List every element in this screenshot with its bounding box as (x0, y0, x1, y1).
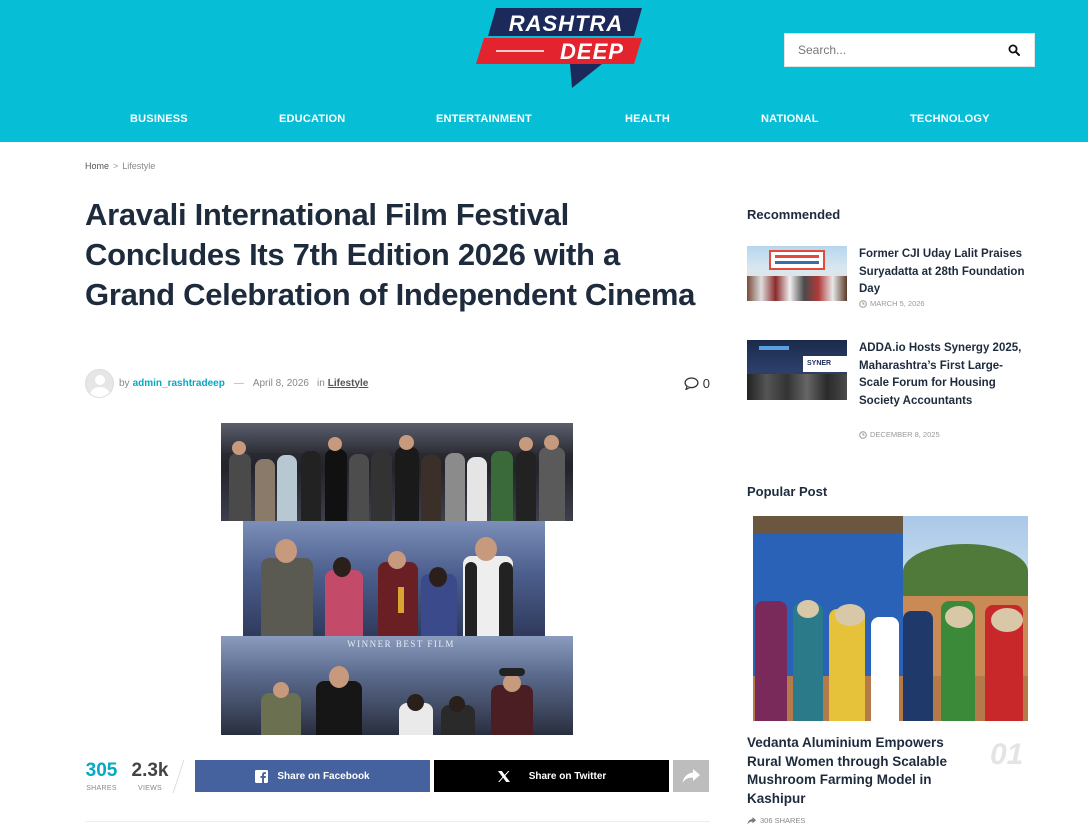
clock-icon (859, 430, 867, 439)
recommended-date: MARCH 5, 2026 (859, 299, 925, 308)
recommended-thumbnail[interactable] (747, 246, 847, 301)
share-count-label: SHARES (86, 785, 117, 792)
share-icon (747, 816, 756, 824)
nav-technology[interactable]: TECHNOLOGY (910, 113, 990, 125)
photo-panel-top (221, 423, 573, 521)
share-divider (172, 760, 185, 793)
photo-panel-bottom: WINNER BEST FILM (221, 636, 573, 735)
popular-post-title[interactable]: Vedanta Aluminium Empowers Rural Women t… (747, 734, 979, 808)
article-divider (85, 821, 710, 822)
share-arrow-icon (682, 769, 700, 783)
breadcrumb-lifestyle[interactable]: Lifestyle (122, 161, 155, 171)
recommended-title[interactable]: ADDA.io Hosts Synergy 2025, Maharashtra’… (859, 340, 1031, 410)
breadcrumb-separator: > (113, 161, 119, 171)
nav-business[interactable]: BUSINESS (130, 113, 188, 125)
site-logo[interactable]: RASHTRA DEEP (474, 4, 646, 92)
nav-education[interactable]: EDUCATION (279, 113, 345, 125)
article-date: April 8, 2026 (252, 377, 309, 389)
breadcrumb: Home > Lifestyle (85, 161, 155, 171)
meta-dash: — (233, 377, 244, 389)
share-twitter-button[interactable]: Share on Twitter (434, 760, 669, 792)
view-count-label: VIEWS (137, 785, 163, 792)
article-featured-image[interactable]: WINNER BEST FILM (221, 423, 573, 735)
recommended-title[interactable]: Former CJI Uday Lalit Praises Suryadatta… (859, 246, 1031, 299)
recommended-date-text: MARCH 5, 2026 (870, 299, 925, 308)
share-count-value: 305 (85, 760, 118, 781)
logo-text-top: RASHTRA (509, 11, 624, 36)
share-more-button[interactable] (673, 760, 709, 792)
article-meta: by admin_rashtradeep — April 8, 2026 in … (85, 368, 710, 398)
site-header: RASHTRA DEEP BUSINESS EDUCATION ENTERTAI… (0, 0, 1088, 142)
facebook-icon (255, 769, 269, 783)
author-avatar[interactable] (85, 368, 114, 398)
view-count-value: 2.3k (131, 760, 169, 781)
comments-count: 0 (702, 375, 710, 391)
x-twitter-icon (497, 770, 510, 782)
in-label: in (316, 377, 325, 389)
category-link[interactable]: Lifestyle (328, 378, 369, 389)
popular-post-rank: 01 (990, 738, 1024, 771)
popular-post-image[interactable] (753, 516, 1028, 721)
recommended-date: DECEMBER 8, 2025 (859, 430, 940, 439)
popular-post-shares-text: 306 SHARES (760, 816, 806, 825)
recommended-item[interactable]: SYNER ADDA.io Hosts Synergy 2025, Mahara… (747, 340, 1047, 440)
view-count: 2.3k VIEWS (130, 760, 170, 792)
popular-heading: Popular Post (747, 484, 828, 499)
breadcrumb-home[interactable]: Home (85, 161, 109, 171)
popular-post-shares: 306 SHARES (747, 816, 805, 825)
search-input[interactable] (785, 34, 994, 66)
logo-text-bottom: DEEP (560, 39, 624, 64)
recommended-thumbnail[interactable]: SYNER (747, 340, 847, 400)
main-nav: BUSINESS EDUCATION ENTERTAINMENT HEALTH … (0, 100, 1088, 140)
share-count: 305 SHARES (85, 760, 118, 792)
share-bar: 305 SHARES 2.3k VIEWS Share on Facebook … (85, 760, 710, 793)
comment-icon (684, 376, 699, 390)
clock-icon (859, 299, 867, 308)
photo-caption: WINNER BEST FILM (347, 639, 455, 649)
search-icon (1008, 44, 1020, 56)
recommended-date-text: DECEMBER 8, 2025 (870, 430, 940, 439)
search-box (784, 33, 1035, 67)
search-button[interactable] (994, 34, 1034, 66)
share-facebook-button[interactable]: Share on Facebook (195, 760, 430, 792)
recommended-heading: Recommended (747, 207, 841, 222)
photo-panel-middle (243, 521, 545, 636)
nav-health[interactable]: HEALTH (625, 113, 670, 125)
recommended-item[interactable]: Former CJI Uday Lalit Praises Suryadatta… (747, 246, 1047, 316)
share-facebook-label: Share on Facebook (277, 770, 370, 782)
nav-national[interactable]: NATIONAL (761, 113, 819, 125)
share-twitter-label: Share on Twitter (528, 770, 607, 782)
article-title: Aravali International Film Festival Conc… (85, 197, 696, 312)
nav-entertainment[interactable]: ENTERTAINMENT (436, 113, 532, 125)
author-link[interactable]: admin_rashtradeep (133, 378, 225, 389)
comments-link[interactable]: 0 (684, 376, 710, 391)
by-label: by (119, 377, 130, 389)
